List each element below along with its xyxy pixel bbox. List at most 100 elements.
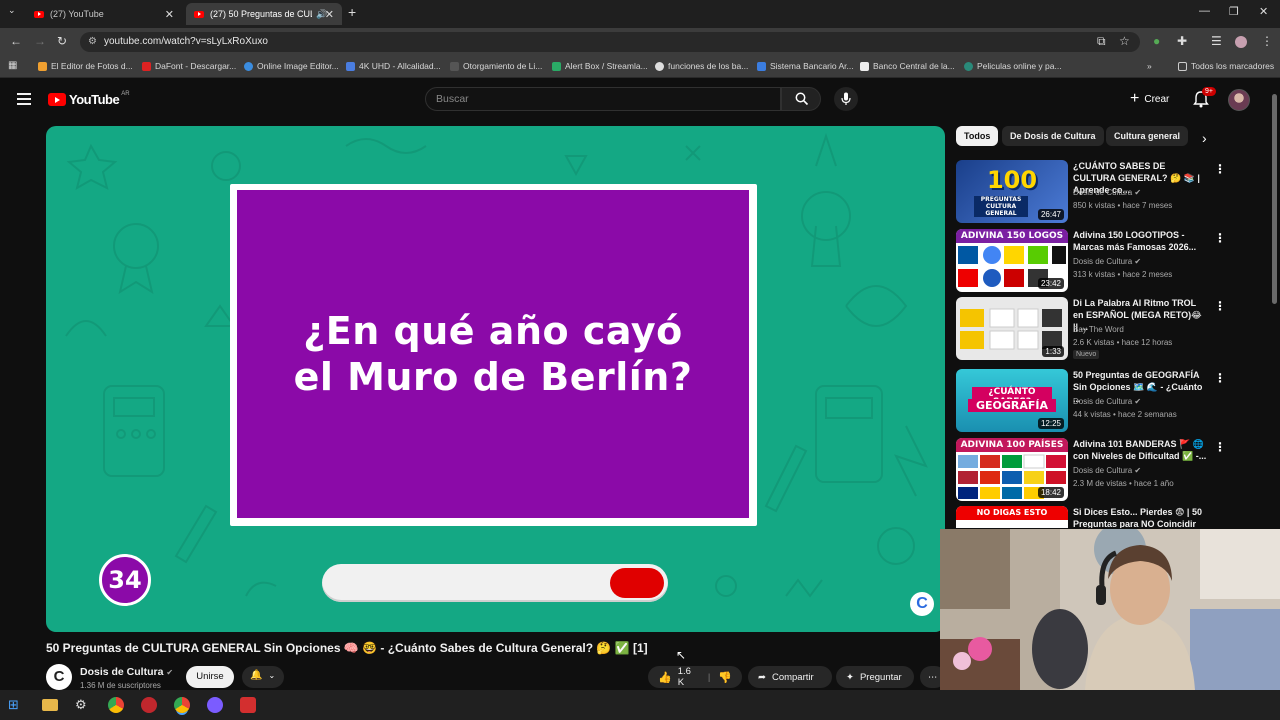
tab-current-video[interactable]: (27) 50 Preguntas de CULTU 🔊 ✕	[186, 3, 342, 25]
create-button[interactable]: + Crear	[1124, 88, 1175, 110]
hamburger-menu-icon[interactable]	[17, 93, 31, 105]
recommended-video[interactable]: NO DIGAS ESTO Si Dices Esto... Pierdes 😨…	[956, 506, 1266, 528]
reading-list-icon[interactable]: ☰	[1211, 34, 1222, 48]
more-options-icon[interactable]: ⋮	[1214, 440, 1226, 454]
tab-youtube-home[interactable]: (27) YouTube ✕	[26, 3, 182, 25]
video-meta: 2.6 K vistas • hace 12 horas	[1073, 338, 1173, 347]
bookmark-item[interactable]: funciones de los ba...	[655, 61, 748, 71]
more-options-icon[interactable]: ⋮	[1214, 371, 1226, 385]
chips-next-icon[interactable]: ›	[1202, 130, 1207, 146]
bookmark-favicon-icon	[38, 61, 47, 71]
bookmark-item[interactable]: 4K UHD - Allcalidad...	[346, 61, 441, 71]
start-icon[interactable]: ⊞	[8, 697, 24, 713]
channel-watermark-icon[interactable]: C	[910, 592, 934, 616]
video-meta: 44 k vistas • hace 2 semanas	[1073, 410, 1177, 419]
bookmark-favicon-icon	[655, 61, 664, 71]
bookmark-item[interactable]: El Editor de Fotos d...	[38, 61, 133, 71]
more-options-icon[interactable]: ⋮	[1214, 299, 1226, 313]
tab-title: (27) 50 Preguntas de CULTU	[210, 9, 312, 19]
microphone-icon	[841, 92, 851, 105]
all-bookmarks-folder[interactable]: Todos los marcadores	[1178, 61, 1274, 71]
voice-search-button[interactable]	[834, 87, 858, 111]
site-info-icon[interactable]: ⚙	[88, 36, 97, 47]
more-options-icon[interactable]: ⋮	[1214, 231, 1226, 245]
new-tab-icon[interactable]: +	[348, 4, 356, 20]
bookmark-label: funciones de los ba...	[668, 61, 749, 71]
video-title: Si Dices Esto... Pierdes 😨 | 50 Pregunta…	[1073, 507, 1202, 528]
install-icon[interactable]: ⧉	[1097, 34, 1106, 49]
youtube-logo[interactable]: YouTube AR	[48, 91, 130, 107]
close-tab-icon[interactable]: ✕	[325, 8, 334, 21]
dislike-button[interactable]: 👎	[718, 671, 732, 684]
question-text: ¿En qué año cayó el Muro de Berlín?	[294, 308, 693, 400]
url-text: youtube.com/watch?v=sLyLxRoXuxo	[104, 36, 268, 47]
bookmark-item[interactable]: Peliculas online y pa...	[964, 61, 1062, 71]
search-input[interactable]: Buscar	[425, 87, 781, 111]
chrome-active-icon[interactable]	[174, 697, 190, 713]
channel-name[interactable]: Dosis de Cultura ✔	[80, 666, 173, 678]
discord-icon[interactable]	[207, 697, 223, 713]
tab-search-icon[interactable]: ⌄	[8, 5, 16, 16]
extension-icon[interactable]: ●	[1153, 34, 1160, 48]
ask-button[interactable]: ✦ Preguntar	[836, 666, 914, 688]
bookmark-item[interactable]: Banco Central de la...	[860, 61, 955, 71]
channel-text: Dosis de Cultura	[1073, 397, 1133, 406]
recommended-video[interactable]: ADIVINA 150 LOGOS 23:42 Adivina 150 LOGO…	[956, 229, 1266, 293]
bookmark-item[interactable]: DaFont - Descargar...	[142, 61, 236, 71]
like-button[interactable]: 👍 1.6 K	[658, 666, 692, 688]
user-avatar[interactable]	[1228, 89, 1250, 111]
video-thumbnail[interactable]: 100 PREGUNTAS CULTURA GENERAL 26:47	[956, 160, 1068, 223]
video-thumbnail[interactable]: 1:33	[956, 297, 1068, 360]
video-player[interactable]: ¿En qué año cayó el Muro de Berlín? 34 C	[46, 126, 945, 632]
share-button[interactable]: ➦ Compartir	[748, 666, 832, 688]
bookmark-item[interactable]: Alert Box / Streamla...	[552, 61, 648, 71]
chrome-icon[interactable]	[108, 697, 124, 713]
subscription-bell-button[interactable]: 🔔 ⌄	[242, 666, 284, 688]
search-button[interactable]	[781, 87, 821, 111]
app-icon[interactable]	[240, 697, 256, 713]
recommended-video[interactable]: ADIVINA 100 PAÍSES 18:42 Adivina 101 BAN…	[956, 438, 1266, 502]
more-options-icon[interactable]: ⋮	[1214, 162, 1226, 176]
bookmark-favicon-icon	[244, 61, 253, 71]
restore-icon[interactable]: ❐	[1229, 5, 1239, 18]
bookmark-item[interactable]: Online Image Editor...	[244, 61, 339, 71]
chip-todos[interactable]: Todos	[956, 126, 999, 146]
search-icon	[795, 92, 809, 106]
settings-icon[interactable]: ⚙	[75, 697, 91, 713]
bookmark-item[interactable]: Otorgamiento de Li...	[450, 61, 542, 71]
file-explorer-icon[interactable]	[42, 699, 58, 711]
back-icon[interactable]: ←	[10, 34, 22, 48]
reload-icon[interactable]: ↻	[57, 34, 67, 48]
video-thumbnail[interactable]: ¿CUÁNTO SABES? GEOGRAFÍA 12:25	[956, 369, 1068, 432]
close-tab-icon[interactable]: ✕	[165, 8, 174, 21]
minimize-icon[interactable]: —	[1199, 5, 1210, 17]
thumbnail-text: ADIVINA 100 PAÍSES	[956, 438, 1068, 452]
video-channel: Say The Word	[1073, 325, 1124, 334]
profile-icon[interactable]	[1235, 36, 1247, 48]
video-thumbnail[interactable]: ADIVINA 150 LOGOS 23:42	[956, 229, 1068, 292]
page-scrollbar[interactable]	[1272, 94, 1277, 304]
video-thumbnail[interactable]: ADIVINA 100 PAÍSES 18:42	[956, 438, 1068, 501]
close-window-icon[interactable]: ✕	[1259, 5, 1268, 18]
bookmark-item[interactable]: Sistema Bancario Ar...	[757, 61, 854, 71]
recommended-video[interactable]: ¿CUÁNTO SABES? GEOGRAFÍA 12:25 50 Pregun…	[956, 369, 1266, 433]
bookmark-star-icon[interactable]: ☆	[1119, 34, 1130, 48]
chip-cultura-general[interactable]: Cultura general	[1106, 126, 1189, 146]
apps-icon[interactable]: ▦	[8, 60, 17, 71]
recommended-video[interactable]: 100 PREGUNTAS CULTURA GENERAL 26:47 ¿CUÁ…	[956, 160, 1266, 224]
address-bar[interactable]: ⚙ youtube.com/watch?v=sLyLxRoXuxo	[80, 32, 1140, 52]
more-bookmarks-icon[interactable]: »	[1147, 61, 1152, 71]
channel-avatar[interactable]: C	[46, 664, 72, 690]
extensions-puzzle-icon[interactable]: ✚	[1177, 34, 1187, 48]
channel-text: Dosis de Cultura	[1073, 188, 1133, 197]
chip-de-dosis-de-cultura[interactable]: De Dosis de Cultura	[1002, 126, 1104, 146]
forward-icon[interactable]: →	[34, 34, 46, 48]
bookmark-label: Otorgamiento de Li...	[463, 61, 543, 71]
obs-icon[interactable]	[141, 697, 157, 713]
bookmark-label: Sistema Bancario Ar...	[770, 61, 854, 71]
recommended-video[interactable]: 1:33 Di La Palabra Al Ritmo TROL en ESPA…	[956, 297, 1266, 361]
join-button[interactable]: Unirse	[186, 666, 234, 688]
channel-text: Dosis de Cultura	[1073, 257, 1133, 266]
video-thumbnail[interactable]: NO DIGAS ESTO	[956, 506, 1068, 528]
menu-icon[interactable]: ⋮	[1261, 34, 1273, 48]
